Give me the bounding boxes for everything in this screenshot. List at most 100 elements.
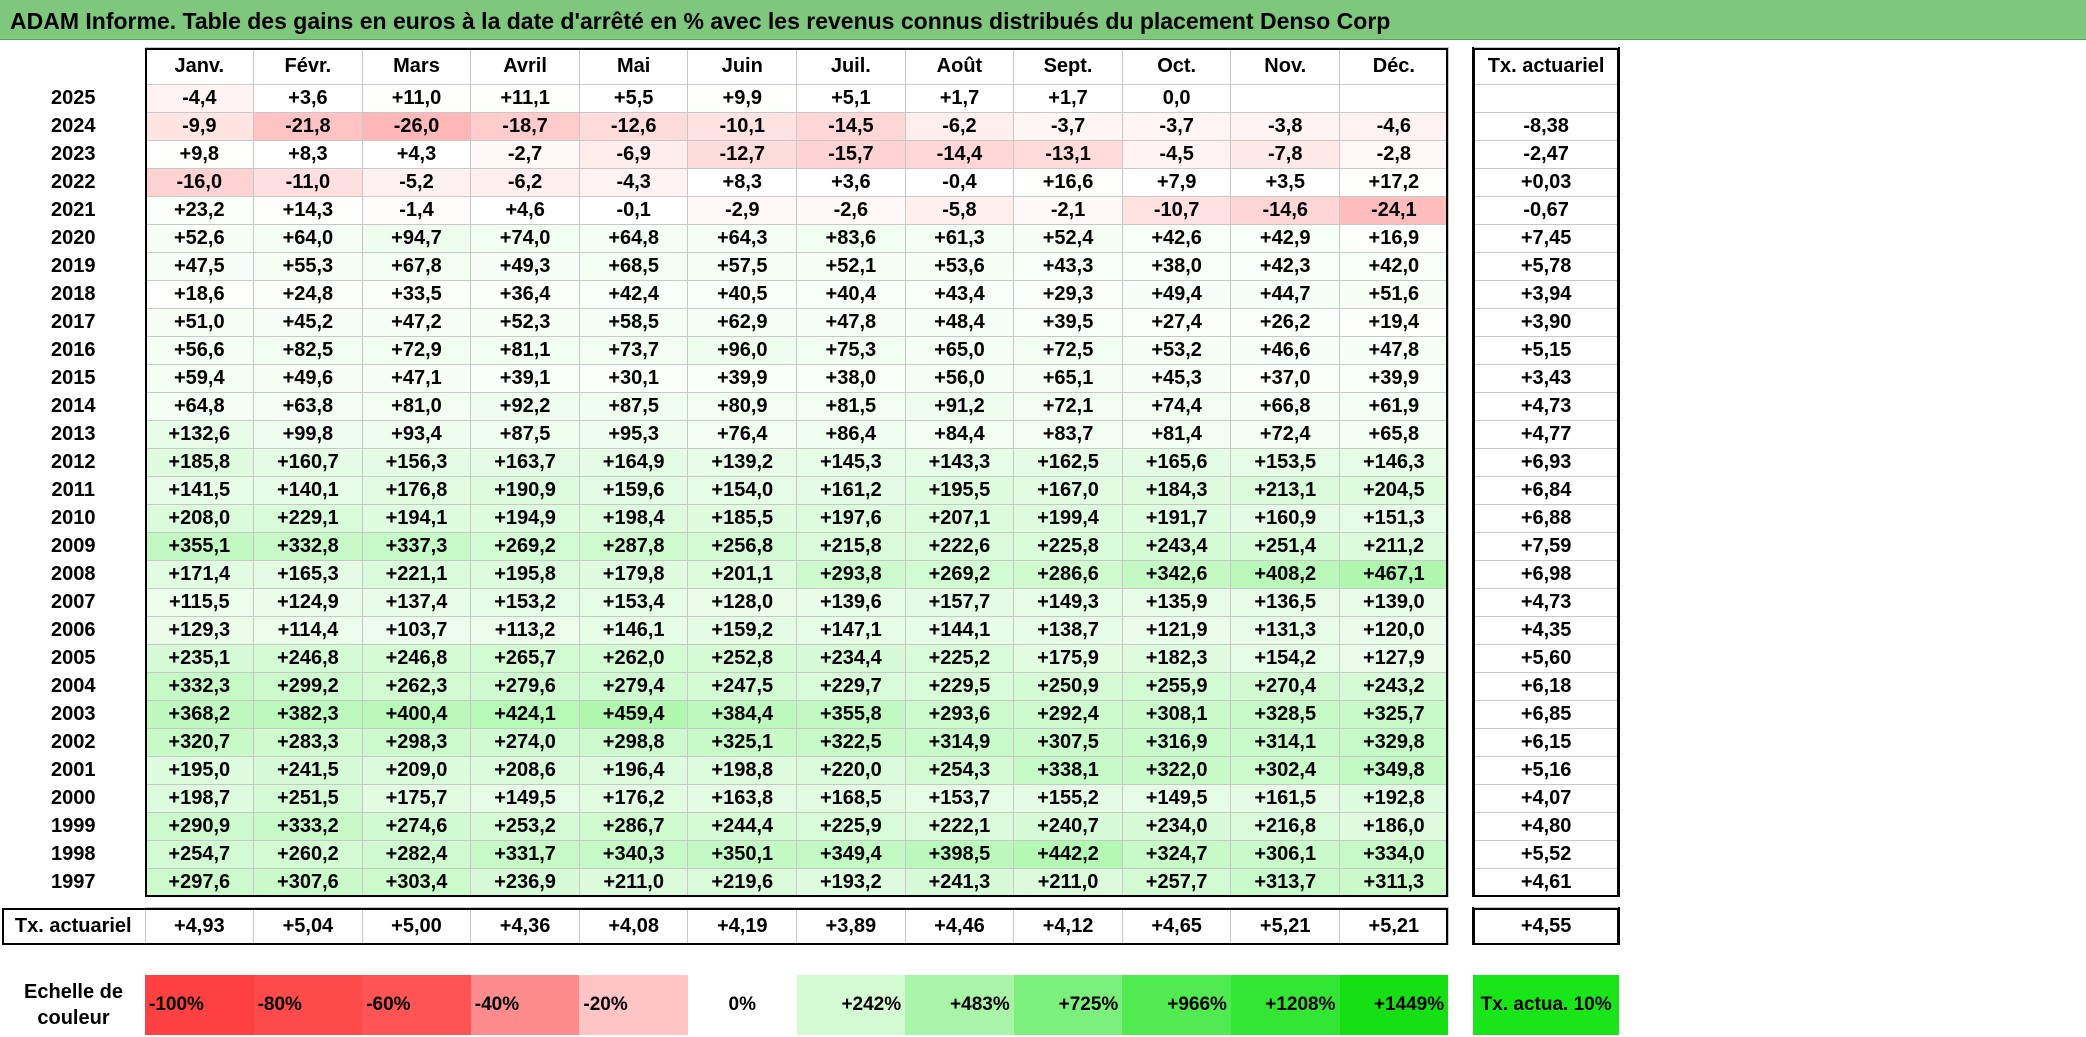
- table-row: 1998 +254,7 +260,2 +282,4 +331,7 +340,3 +350,1…: [2, 840, 1621, 869]
- gain-cell: +52,6: [144, 224, 255, 253]
- gain-cell: +199,4: [1013, 504, 1123, 533]
- scale-rate-step: Tx. actua. 10%: [1473, 975, 1620, 1035]
- gain-cell: -2,8: [1339, 140, 1449, 169]
- gain-cell: +82,5: [253, 336, 363, 365]
- gain-cell: +38,0: [1121, 252, 1232, 281]
- gain-cell: +37,0: [1230, 364, 1341, 393]
- gain-cell: +241,5: [253, 756, 363, 785]
- gain-cell: -2,9: [687, 196, 798, 225]
- table-row: 2025 -4,4 +3,6 +11,0 +11,1 +5,5 +9,9 +5,1 +1,7 +1…: [2, 84, 1621, 113]
- gain-cell: +47,5: [144, 252, 255, 281]
- gain-cell: +340,3: [578, 840, 689, 869]
- gain-cell: +171,4: [144, 560, 255, 589]
- scale-step: -80%: [253, 975, 363, 1035]
- gain-cell: +325,7: [1339, 700, 1449, 729]
- rate-header: Tx. actuariel: [1472, 47, 1621, 85]
- gain-cell: +325,1: [687, 728, 798, 757]
- gain-cell: +147,1: [796, 616, 906, 645]
- table-row: 1997 +297,6 +307,6 +303,4 +236,9 +211,0 +219,6…: [2, 868, 1621, 897]
- gain-cell: +17,2: [1339, 168, 1449, 197]
- gain-cell: +355,1: [144, 532, 255, 561]
- gain-cell: -13,1: [1013, 140, 1123, 169]
- gain-cell: +297,6: [144, 868, 255, 897]
- table-row: 2023 +9,8 +8,3 +4,3 -2,7 -6,9 -12,7 -15,7 -14,4-…: [2, 140, 1621, 169]
- gain-cell: +1,7: [1013, 84, 1123, 113]
- table-row: 2007 +115,5 +124,9 +137,4 +153,2 +153,4 +128,0…: [2, 588, 1621, 617]
- month-header: Févr.: [253, 47, 363, 85]
- gain-cell: +314,9: [904, 728, 1015, 757]
- gain-cell: +198,4: [578, 504, 689, 533]
- gains-table: Janv. Févr. Mars Avril Mai Juin Juil. Août Sept.…: [2, 47, 1621, 945]
- gain-cell: +156,3: [361, 448, 472, 477]
- gain-cell: +27,4: [1121, 308, 1232, 337]
- rate-cell: +3,90: [1472, 308, 1621, 337]
- gain-cell: +368,2: [144, 700, 255, 729]
- gain-cell: +146,3: [1339, 448, 1449, 477]
- gain-cell: +292,4: [1013, 700, 1123, 729]
- gain-cell: +46,6: [1230, 336, 1341, 365]
- gain-cell: +190,9: [470, 476, 580, 505]
- gain-cell: +11,0: [361, 84, 472, 113]
- gain-cell: +103,7: [361, 616, 472, 645]
- gain-cell: +208,6: [470, 756, 580, 785]
- gain-cell: +290,9: [144, 812, 255, 841]
- footer-label: Tx. actuariel: [2, 907, 146, 945]
- scale-step: -60%: [362, 975, 471, 1035]
- gain-cell: -16,0: [144, 168, 255, 197]
- gain-cell: +64,8: [578, 224, 689, 253]
- gain-cell: +48,4: [904, 308, 1015, 337]
- year-label: 2013: [2, 420, 146, 449]
- rate-cell: +6,98: [1472, 560, 1621, 589]
- scale-step: +242%: [796, 975, 906, 1035]
- table-row: 2024 -9,9 -21,8 -26,0 -18,7 -12,6 -10,1 -14,5 -6…: [2, 112, 1621, 141]
- gain-cell: +3,6: [253, 84, 363, 113]
- gain-cell: +186,0: [1339, 812, 1449, 841]
- gain-cell: +262,0: [578, 644, 689, 673]
- gain-cell: +64,0: [253, 224, 363, 253]
- gain-cell: +213,1: [1230, 476, 1341, 505]
- month-header: Oct.: [1121, 47, 1232, 85]
- gain-cell: +161,2: [796, 476, 906, 505]
- gain-cell: +39,9: [1339, 364, 1449, 393]
- gain-cell: +76,4: [687, 420, 798, 449]
- gain-cell: +14,3: [253, 196, 363, 225]
- gain-cell: +467,1: [1339, 560, 1449, 589]
- rate-cell: +4,73: [1472, 392, 1621, 421]
- gain-cell: +442,2: [1013, 840, 1123, 869]
- gain-cell: +51,6: [1339, 280, 1449, 309]
- table-row: 2002 +320,7 +283,3 +298,3 +274,0 +298,8 +325,1…: [2, 728, 1621, 757]
- gain-cell: +185,5: [687, 504, 798, 533]
- gain-cell: -3,7: [1013, 112, 1123, 141]
- year-label: 2020: [2, 224, 146, 253]
- gain-cell: +140,1: [253, 476, 363, 505]
- color-scale: Echelle de couleur -100% -80% -60% -40% -20% 0…: [2, 975, 1620, 1035]
- gain-cell: +252,8: [687, 644, 798, 673]
- gain-cell: +320,7: [144, 728, 255, 757]
- gain-cell: +40,5: [687, 280, 798, 309]
- gain-cell: +350,1: [687, 840, 798, 869]
- gain-cell: +303,4: [361, 868, 472, 897]
- gain-cell: +194,9: [470, 504, 580, 533]
- gain-cell: +9,8: [144, 140, 255, 169]
- rate-cell: +6,88: [1472, 504, 1621, 533]
- gain-cell: +182,3: [1121, 644, 1232, 673]
- gain-cell: -0,4: [904, 168, 1015, 197]
- gain-cell: -15,7: [796, 140, 906, 169]
- rate-cell: +6,85: [1472, 700, 1621, 729]
- gain-cell: +311,3: [1339, 868, 1449, 897]
- gain-cell: +193,2: [796, 868, 906, 897]
- gain-cell: -21,8: [253, 112, 363, 141]
- footer-rate-cell: +3,89: [796, 907, 906, 945]
- gain-cell: +95,3: [578, 420, 689, 449]
- year-label: 2004: [2, 672, 146, 701]
- gain-cell: +398,5: [904, 840, 1015, 869]
- table-row: 2022 -16,0 -11,0 -5,2 -6,2 -4,3 +8,3 +3,6 -0,4 +1…: [2, 168, 1621, 197]
- gain-cell: -4,5: [1121, 140, 1232, 169]
- gain-cell: +241,3: [904, 868, 1015, 897]
- gain-cell: +64,3: [687, 224, 798, 253]
- gain-cell: +154,2: [1230, 644, 1341, 673]
- year-label: 2025: [2, 84, 146, 113]
- gain-cell: +216,8: [1230, 812, 1341, 841]
- gain-cell: +234,0: [1121, 812, 1232, 841]
- rate-cell: +3,43: [1472, 364, 1621, 393]
